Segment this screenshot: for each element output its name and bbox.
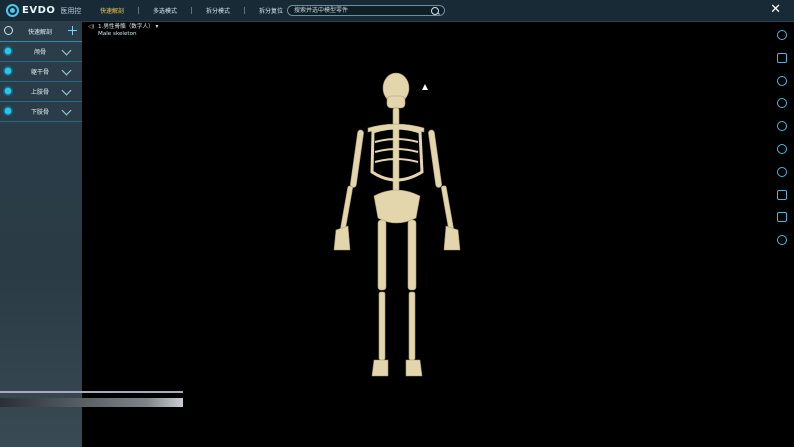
toggle-dot-icon[interactable] <box>3 66 13 76</box>
close-icon[interactable]: ✕ <box>770 3 781 16</box>
toggle-dot-icon[interactable] <box>3 106 13 116</box>
home-icon[interactable] <box>777 235 787 246</box>
sidebar-item-label: 上肢骨 <box>30 89 49 96</box>
star-icon[interactable] <box>777 75 787 86</box>
fullscreen-icon[interactable] <box>777 189 787 200</box>
logo-icon <box>6 4 19 17</box>
model-info: ◁) 1.男性骨骼（数字人） ▾ Male skeleton <box>88 24 159 37</box>
chevron-down-icon[interactable] <box>61 45 72 56</box>
rotate-icon[interactable] <box>777 166 787 177</box>
bottom-divider <box>0 391 183 393</box>
screen-icon[interactable] <box>777 212 787 223</box>
bottom-slider-bar[interactable] <box>0 398 183 407</box>
search-input[interactable] <box>288 6 440 15</box>
search-box <box>287 5 445 16</box>
sidebar-item-label: 躯干骨 <box>30 69 49 76</box>
skeleton-model[interactable] <box>328 72 468 384</box>
move-icon[interactable] <box>68 26 77 35</box>
right-toolbar <box>777 30 789 258</box>
toggle-dot-icon[interactable] <box>3 46 13 56</box>
sidebar-item-upper-limb[interactable]: 上肢骨 <box>0 82 82 102</box>
chevron-down-icon[interactable] <box>61 85 72 96</box>
sidebar-item-label: 颅骨 <box>33 49 46 56</box>
chevron-down-icon[interactable] <box>61 65 72 76</box>
share-icon[interactable] <box>777 30 787 40</box>
chart-icon[interactable] <box>777 98 787 109</box>
logo-subtitle: 医用控 <box>60 6 82 15</box>
sidebar-item-lower-limb[interactable]: 下肢骨 <box>0 102 82 122</box>
sidebar-item-label: 下肢骨 <box>30 109 49 116</box>
chevron-down-icon[interactable] <box>61 105 72 116</box>
palette-icon[interactable] <box>777 121 787 132</box>
top-bar: EVDO 医用控 快速解剖 多选模式 拆分模式 拆分复位 ✕ <box>0 0 794 22</box>
mouse-cursor <box>422 84 428 90</box>
sidebar-item-skull[interactable]: 颅骨 <box>0 42 82 62</box>
focus-icon[interactable] <box>777 143 787 154</box>
logo-text: EVDO <box>22 5 56 16</box>
left-panel: 快速解剖 颅骨 躯干骨 上肢骨 下肢骨 <box>0 21 82 447</box>
radio-icon[interactable] <box>4 26 13 35</box>
toggle-dot-icon[interactable] <box>3 86 13 96</box>
search-icon[interactable] <box>431 7 439 15</box>
sidebar-item-trunk[interactable]: 躯干骨 <box>0 62 82 82</box>
tab-quick-dissect[interactable]: 快速解剖 <box>86 6 138 15</box>
logo: EVDO 医用控 <box>6 3 81 18</box>
mode-tabs: 快速解剖 多选模式 拆分模式 拆分复位 <box>86 0 299 21</box>
tab-multi-select[interactable]: 多选模式 <box>139 6 191 15</box>
panel-header-label: 快速解剖 <box>27 28 52 36</box>
tab-split-mode[interactable]: 拆分模式 <box>192 6 244 15</box>
speaker-icon[interactable]: ◁) <box>88 24 94 31</box>
quick-dissect-header[interactable]: 快速解剖 <box>0 21 82 42</box>
vr-icon[interactable] <box>777 52 787 63</box>
model-title-en: Male skeleton <box>98 31 137 37</box>
model-title-cn: 1.男性骨骼（数字人） <box>98 24 154 30</box>
